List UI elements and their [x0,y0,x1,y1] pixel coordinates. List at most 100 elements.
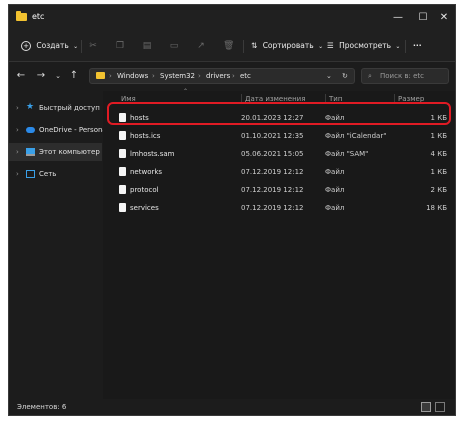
breadcrumb-windows[interactable]: Windows [117,69,148,83]
minimize-button[interactable]: — [387,9,409,27]
sidebar-item-onedrive[interactable]: › OneDrive - Personal [9,121,109,139]
file-name: lmhosts.sam [130,150,175,158]
file-date: 07.12.2019 12:12 [241,168,304,176]
toolbar-divider [243,40,244,53]
chevron-right-icon[interactable]: › [16,121,19,139]
toolbar-divider [405,40,406,53]
sidebar-item-network[interactable]: › Сеть [9,165,102,183]
folder-icon [96,72,105,79]
tiles-view-icon[interactable] [435,402,445,412]
file-icon [119,131,126,140]
close-button[interactable]: ✕ [433,9,455,27]
title-bar[interactable]: etc — ☐ ✕ [9,5,455,31]
view-icon: ☰ [327,41,334,50]
star-icon: ★ [26,102,35,112]
file-type: Файл [325,168,345,176]
cut-icon[interactable]: ✂ [88,41,98,51]
file-name: services [130,204,159,212]
file-icon [119,185,126,194]
sort-button-label: Сортировать [262,41,314,50]
file-size: 18 КБ [426,204,447,212]
file-name: protocol [130,186,159,194]
chevron-down-icon: ⌄ [318,43,324,50]
address-bar[interactable]: › Windows › System32 › drivers › etc ⌄ ↻ [89,68,355,84]
highlight-annotation [107,102,451,125]
sort-button[interactable]: ⇅ Сортировать ⌄ [251,37,323,55]
back-arrow-icon[interactable]: ← [15,69,27,83]
command-bar: + Создать ⌄ ✂ ❐ ▤ ▭ ↗ 🗑 ⇅ Сортировать ⌄ … [9,31,455,62]
file-type: Файл [325,186,345,194]
sidebar-item-label: Быстрый доступ [39,104,100,112]
file-date: 01.10.2021 12:35 [241,132,304,140]
file-type: Файл "iCalendar" [325,132,387,140]
file-icon [119,149,126,158]
file-type: Файл [325,204,345,212]
sidebar-item-this-pc[interactable]: › Этот компьютер [9,143,102,161]
file-icon [119,203,126,212]
breadcrumb-separator: › [109,72,112,80]
table-row[interactable]: lmhosts.sam 05.06.2021 15:05 Файл "SAM" … [107,145,451,163]
copy-icon[interactable]: ❐ [115,41,125,51]
delete-icon[interactable]: 🗑 [223,41,234,51]
forward-arrow-icon[interactable]: → [35,69,47,83]
sidebar-item-label: Этот компьютер [39,148,100,156]
sidebar-item-label: OneDrive - Personal [39,126,109,134]
file-name: networks [130,168,163,176]
navigation-bar: ← → ⌄ ↑ › Windows › System32 › drivers ›… [9,62,455,90]
file-icon [119,167,126,176]
address-history-chevron-icon[interactable]: ⌄ [326,69,332,83]
computer-icon [26,148,35,156]
search-placeholder: Поиск в: etc [380,72,425,80]
chevron-right-icon[interactable]: › [16,143,19,161]
details-view-icon[interactable] [421,402,431,412]
table-row[interactable]: networks 07.12.2019 12:12 Файл 1 КБ [107,163,451,181]
search-box[interactable]: ⌕ Поиск в: etc [361,68,449,84]
navigation-pane: › ★ Быстрый доступ › OneDrive - Personal… [9,91,109,399]
recent-locations-chevron-icon[interactable]: ⌄ [52,69,64,83]
new-button-label: Создать [36,41,69,50]
breadcrumb-separator: › [198,72,201,80]
table-row[interactable]: protocol 07.12.2019 12:12 Файл 2 КБ [107,181,451,199]
file-date: 07.12.2019 12:12 [241,186,304,194]
share-icon[interactable]: ↗ [196,41,206,51]
sidebar-item-label: Сеть [39,170,57,178]
sidebar-item-quick-access[interactable]: › ★ Быстрый доступ [9,99,102,117]
table-row[interactable]: services 07.12.2019 12:12 Файл 18 КБ [107,199,451,217]
new-button[interactable]: + Создать ⌄ [21,37,78,55]
folder-icon [16,11,27,21]
more-options-button[interactable]: ··· [413,37,422,55]
paste-icon[interactable]: ▤ [142,41,152,51]
file-date: 07.12.2019 12:12 [241,204,304,212]
chevron-down-icon: ⌄ [395,43,401,50]
file-explorer-window: etc — ☐ ✕ + Создать ⌄ ✂ ❐ ▤ ▭ ↗ 🗑 ⇅ Сорт… [8,4,456,416]
cloud-icon [26,127,35,133]
file-size: 1 КБ [430,132,447,140]
breadcrumb-separator: › [232,72,235,80]
file-list: ⌃ Имя Дата изменения Тип Размер hosts 20… [103,88,455,399]
view-button[interactable]: ☰ Просмотреть ⌄ [327,37,400,55]
table-row[interactable]: hosts.ics 01.10.2021 12:35 Файл "iCalend… [107,127,451,145]
toolbar-divider [81,40,82,53]
breadcrumb-drivers[interactable]: drivers [206,69,230,83]
file-date: 05.06.2021 15:05 [241,150,304,158]
refresh-icon[interactable]: ↻ [342,69,348,83]
window-title: etc [32,12,45,21]
file-size: 2 КБ [430,186,447,194]
rename-icon[interactable]: ▭ [169,41,179,51]
file-size: 4 КБ [430,150,447,158]
view-button-label: Просмотреть [339,41,392,50]
network-icon [26,170,35,178]
chevron-right-icon[interactable]: › [16,99,19,117]
maximize-button[interactable]: ☐ [412,9,434,27]
item-count: Элементов: 6 [17,403,67,411]
breadcrumb-system32[interactable]: System32 [160,69,195,83]
file-size: 1 КБ [430,168,447,176]
up-arrow-icon[interactable]: ↑ [68,69,80,83]
chevron-down-icon: ⌄ [73,43,79,50]
search-icon: ⌕ [368,72,372,80]
breadcrumb-separator: › [152,72,155,80]
breadcrumb-etc[interactable]: etc [240,69,251,83]
chevron-right-icon[interactable]: › [16,165,19,183]
sort-icon: ⇅ [251,41,258,50]
plus-circle-icon: + [21,41,31,51]
